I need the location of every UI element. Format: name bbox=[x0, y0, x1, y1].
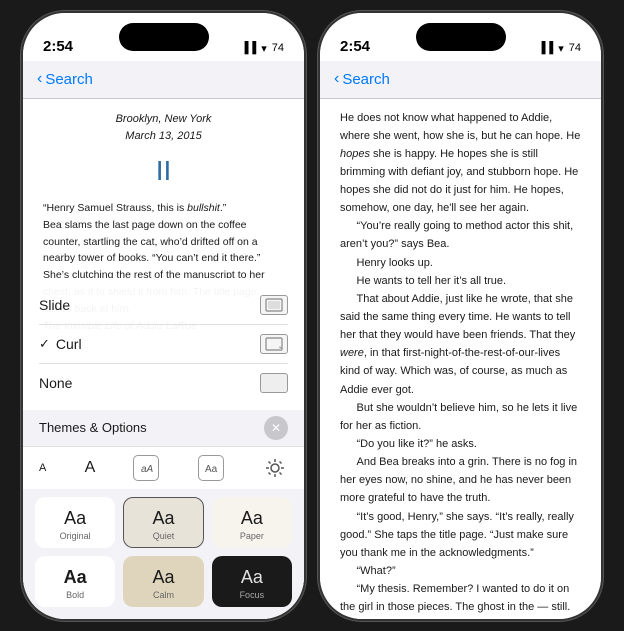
left-phone: 2:54 ▐▐ ▾ 74 ‹ Search Brooklyn, New York… bbox=[21, 11, 306, 621]
theme-aa-calm: Aa bbox=[152, 567, 174, 588]
para-8: And Bea breaks into a grin. There is no … bbox=[340, 453, 581, 507]
theme-name-paper: Paper bbox=[240, 531, 264, 541]
reading-content: He does not know what happened to Addie,… bbox=[320, 99, 601, 621]
nav-bar-right: ‹ Search bbox=[320, 61, 601, 99]
book-location: Brooklyn, New York March 13, 2015 bbox=[43, 111, 284, 145]
themes-header: Themes & Options ✕ bbox=[23, 410, 304, 446]
para-5: That about Addie, just like he wrote, th… bbox=[340, 290, 581, 399]
wifi-icon-right: ▾ bbox=[558, 42, 564, 55]
back-chevron-right: ‹ bbox=[334, 70, 339, 88]
theme-card-bold[interactable]: Aa Bold bbox=[35, 556, 115, 607]
dynamic-island-right bbox=[416, 23, 506, 51]
back-chevron-left: ‹ bbox=[37, 70, 42, 88]
signal-icon: ▐▐ bbox=[241, 42, 257, 54]
slide-icon bbox=[260, 295, 288, 315]
themes-title: Themes & Options bbox=[39, 420, 147, 435]
slide-options: Slide ✓ Curl None bbox=[23, 278, 304, 410]
theme-card-calm[interactable]: Aa Calm bbox=[123, 556, 203, 607]
phones-container: 2:54 ▐▐ ▾ 74 ‹ Search Brooklyn, New York… bbox=[21, 11, 603, 621]
theme-aa-focus: Aa bbox=[241, 567, 263, 588]
theme-name-quiet: Quiet bbox=[153, 531, 175, 541]
theme-name-bold: Bold bbox=[66, 590, 84, 600]
slide-option-slide[interactable]: Slide bbox=[39, 286, 288, 325]
back-button-left[interactable]: ‹ Search bbox=[37, 70, 93, 88]
theme-name-original: Original bbox=[60, 531, 91, 541]
curl-label: ✓ Curl bbox=[39, 336, 82, 352]
theme-aa-quiet: Aa bbox=[152, 508, 174, 529]
none-label: None bbox=[39, 375, 72, 391]
battery-icon: 74 bbox=[272, 42, 284, 54]
para-10: “What?” bbox=[340, 562, 581, 580]
right-phone: 2:54 ▐▐ ▾ 74 ‹ Search He does not know w… bbox=[318, 11, 603, 621]
wifi-icon: ▾ bbox=[261, 42, 267, 55]
theme-grid: Aa Original Aa Quiet Aa Paper Aa Bold Aa bbox=[23, 489, 304, 619]
font-large-label: A bbox=[85, 459, 96, 477]
theme-name-focus: Focus bbox=[240, 590, 265, 600]
dynamic-island bbox=[119, 23, 209, 51]
back-button-right[interactable]: ‹ Search bbox=[334, 70, 390, 88]
para-6: But she wouldn’t believe him, so he lets… bbox=[340, 399, 581, 435]
theme-card-focus[interactable]: Aa Focus bbox=[212, 556, 292, 607]
status-time-right: 2:54 bbox=[340, 38, 370, 55]
chapter-number: II bbox=[43, 149, 284, 192]
signal-icon-right: ▐▐ bbox=[538, 42, 554, 54]
checkmark-icon: ✓ bbox=[39, 336, 50, 352]
font-serif-icon[interactable]: Aa bbox=[198, 455, 224, 481]
battery-icon-right: 74 bbox=[569, 42, 581, 54]
para-3: Henry looks up. bbox=[340, 254, 581, 272]
font-small-label: A bbox=[39, 462, 46, 474]
theme-card-paper[interactable]: Aa Paper bbox=[212, 497, 292, 548]
para-11: “My thesis. Remember? I wanted to do it … bbox=[340, 580, 581, 620]
theme-aa-paper: Aa bbox=[241, 508, 263, 529]
status-icons-left: ▐▐ ▾ 74 bbox=[241, 42, 284, 55]
font-controls-row: A A aA Aa bbox=[23, 446, 304, 489]
close-button[interactable]: ✕ bbox=[264, 416, 288, 440]
para-7: “Do you like it?” he asks. bbox=[340, 435, 581, 453]
nav-bar-left: ‹ Search bbox=[23, 61, 304, 99]
slide-label: Slide bbox=[39, 297, 70, 313]
theme-aa-bold: Aa bbox=[64, 567, 87, 588]
para-2: “You’re really going to method actor thi… bbox=[340, 217, 581, 253]
curl-icon bbox=[260, 334, 288, 354]
status-time-left: 2:54 bbox=[43, 38, 73, 55]
theme-card-quiet[interactable]: Aa Quiet bbox=[123, 497, 203, 548]
para-1: He does not know what happened to Addie,… bbox=[340, 109, 581, 218]
theme-name-calm: Calm bbox=[153, 590, 174, 600]
para-9: “It’s good, Henry,” she says. “It’s real… bbox=[340, 508, 581, 562]
back-label-left: Search bbox=[45, 71, 93, 88]
theme-aa-original: Aa bbox=[64, 508, 86, 529]
theme-card-original[interactable]: Aa Original bbox=[35, 497, 115, 548]
para-4: He wants to tell her it’s all true. bbox=[340, 272, 581, 290]
slide-option-none[interactable]: None bbox=[39, 364, 288, 402]
back-label-right: Search bbox=[342, 71, 390, 88]
svg-text:aA: aA bbox=[141, 464, 153, 475]
slide-option-curl[interactable]: ✓ Curl bbox=[39, 325, 288, 364]
status-icons-right: ▐▐ ▾ 74 bbox=[538, 42, 581, 55]
brightness-icon[interactable] bbox=[262, 455, 288, 481]
font-style-icon[interactable]: aA bbox=[133, 455, 159, 481]
none-icon bbox=[260, 373, 288, 393]
svg-text:Aa: Aa bbox=[205, 464, 218, 475]
overlay-panel: Slide ✓ Curl None bbox=[23, 278, 304, 619]
